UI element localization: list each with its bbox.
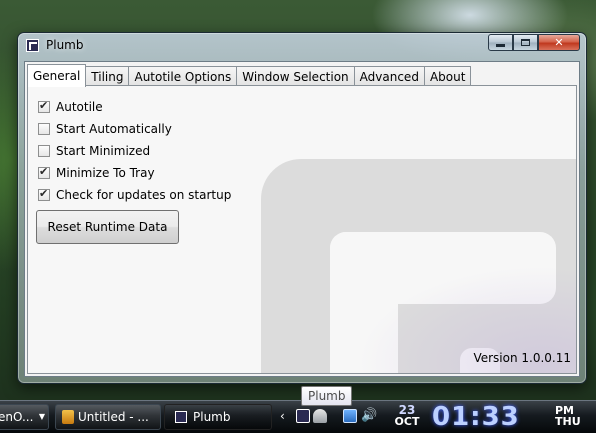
taskbar-button-label: enO... bbox=[0, 410, 34, 424]
clock-date[interactable]: 23 OCT bbox=[392, 404, 422, 428]
tab-general[interactable]: General bbox=[27, 64, 87, 87]
clock-time[interactable]: 01:33 bbox=[432, 402, 520, 432]
tab-advanced[interactable]: Advanced bbox=[353, 66, 425, 87]
tray-tooltip: Plumb bbox=[301, 386, 353, 406]
title-bar[interactable]: Plumb ✕ bbox=[18, 33, 586, 59]
clock-month: OCT bbox=[394, 415, 420, 428]
option-label: Minimize To Tray bbox=[56, 166, 155, 180]
option-label: Autotile bbox=[56, 100, 103, 114]
taskbar-button-label: Untitled - ... bbox=[78, 410, 149, 424]
tab-about[interactable]: About bbox=[423, 66, 472, 87]
plumb-app-icon bbox=[175, 411, 187, 423]
option-start-automatically[interactable]: Start Automatically bbox=[38, 118, 231, 140]
window-title: Plumb bbox=[46, 38, 84, 52]
caption-buttons: ✕ bbox=[488, 34, 580, 51]
option-autotile[interactable]: Autotile bbox=[38, 96, 231, 118]
minimize-icon bbox=[496, 43, 505, 47]
option-label: Start Automatically bbox=[56, 122, 172, 136]
clock-weekday: THU bbox=[555, 415, 581, 428]
maximize-button[interactable] bbox=[513, 34, 538, 51]
checkbox-start-automatically[interactable] bbox=[38, 123, 50, 135]
option-minimize-to-tray[interactable]: Minimize To Tray bbox=[38, 162, 231, 184]
tab-window-selection[interactable]: Window Selection bbox=[236, 66, 355, 87]
checkbox-minimize-to-tray[interactable] bbox=[38, 165, 50, 179]
plumb-app-icon[interactable] bbox=[26, 39, 39, 52]
option-label: Start Minimized bbox=[56, 144, 151, 158]
general-panel: Autotile Start Automatically Start Minim… bbox=[27, 85, 577, 374]
close-button[interactable]: ✕ bbox=[538, 34, 580, 51]
checkbox-start-minimized[interactable] bbox=[38, 145, 50, 157]
drive-tray-icon[interactable] bbox=[313, 409, 327, 423]
paint-app-icon bbox=[62, 410, 74, 424]
option-label: Check for updates on startup bbox=[56, 188, 232, 202]
plumb-window: Plumb ✕ General Tiling Autotile Options … bbox=[17, 32, 587, 384]
reset-runtime-data-button[interactable]: Reset Runtime Data bbox=[36, 210, 179, 244]
volume-icon[interactable]: 🔊 bbox=[361, 409, 377, 423]
taskbar-button-label: Plumb bbox=[193, 410, 231, 424]
clock-ampm: PM THU bbox=[555, 405, 581, 427]
close-icon: ✕ bbox=[554, 36, 564, 49]
plumb-tray-icon[interactable] bbox=[296, 409, 310, 423]
minimize-button[interactable] bbox=[488, 34, 513, 51]
taskbar: enO... ▼ Untitled - ... Plumb ‹ 🔊 23 OCT… bbox=[0, 400, 596, 433]
options-list: Autotile Start Automatically Start Minim… bbox=[38, 96, 231, 206]
dropdown-arrow-icon: ▼ bbox=[38, 412, 45, 421]
show-hidden-icons-chevron-icon[interactable]: ‹ bbox=[280, 409, 285, 423]
taskbar-button-plumb[interactable]: Plumb bbox=[164, 404, 272, 430]
option-check-updates[interactable]: Check for updates on startup bbox=[38, 184, 231, 206]
checkbox-check-updates[interactable] bbox=[38, 187, 50, 201]
taskbar-button-enO[interactable]: enO... ▼ bbox=[0, 404, 49, 430]
option-start-minimized[interactable]: Start Minimized bbox=[38, 140, 231, 162]
tab-strip: General Tiling Autotile Options Window S… bbox=[27, 64, 472, 87]
checkbox-autotile[interactable] bbox=[38, 99, 50, 113]
version-label: Version 1.0.0.11 bbox=[473, 351, 571, 365]
tab-autotile-options[interactable]: Autotile Options bbox=[128, 66, 238, 87]
client-area: General Tiling Autotile Options Window S… bbox=[24, 61, 580, 377]
maximize-icon bbox=[521, 39, 530, 46]
taskbar-button-untitled[interactable]: Untitled - ... bbox=[55, 404, 161, 430]
tab-tiling[interactable]: Tiling bbox=[85, 66, 130, 87]
network-tray-icon[interactable] bbox=[343, 409, 357, 423]
